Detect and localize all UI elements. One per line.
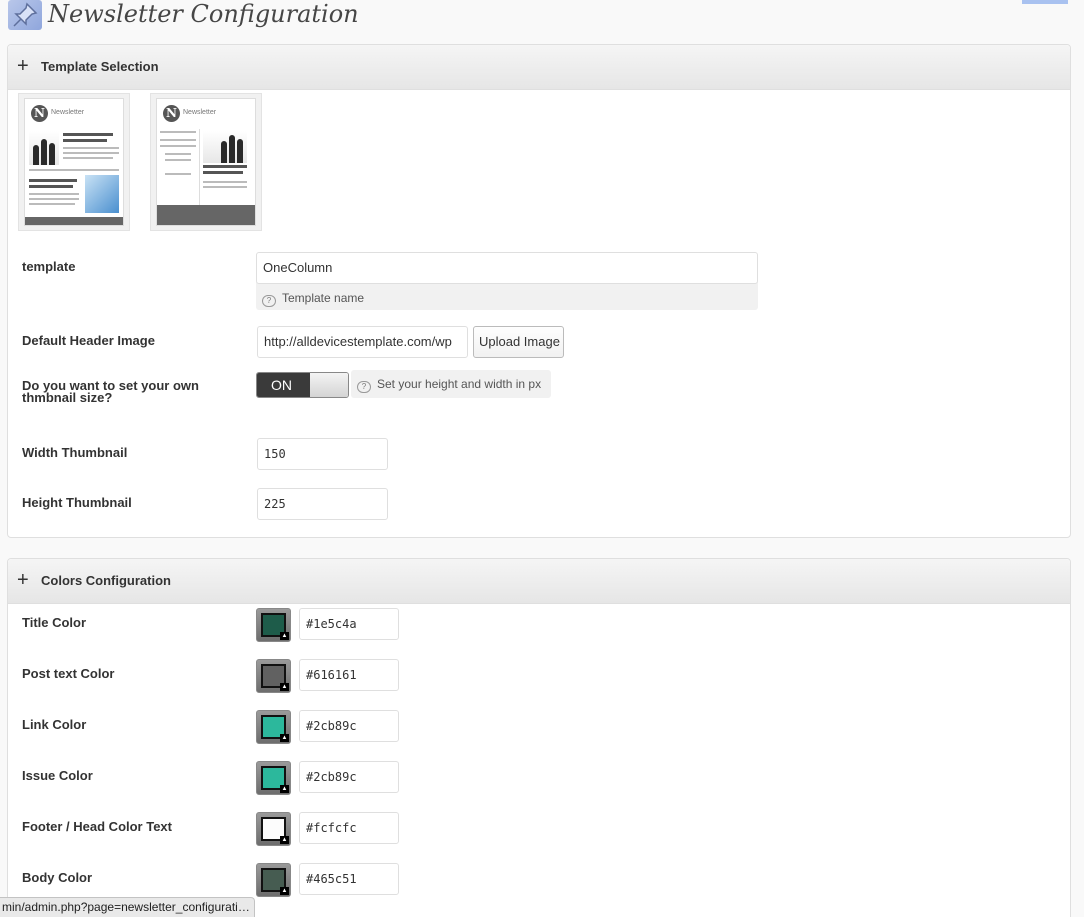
newsletter-logo-icon: N [31, 105, 48, 122]
color-hex-input[interactable]: #fcfcfc [299, 812, 399, 844]
help-bubble-icon: ? [357, 381, 371, 393]
template-input[interactable]: OneColumn [256, 252, 758, 284]
template-thumbnail-two-column[interactable]: N Newsletter [150, 93, 262, 231]
color-label: Footer / Head Color Text [22, 819, 172, 834]
picker-arrow-icon: ▲ [280, 632, 289, 640]
color-label: Issue Color [22, 768, 93, 783]
color-hex-input[interactable]: #2cb89c [299, 710, 399, 742]
own-thumbnail-label: Do you want to set your own thmbnail siz… [22, 379, 199, 405]
color-hex-input[interactable]: #1e5c4a [299, 608, 399, 640]
template-selection-header[interactable]: + Template Selection [8, 45, 1070, 90]
toggle-knob[interactable] [310, 373, 348, 397]
height-thumbnail-input[interactable]: 225 [257, 488, 388, 520]
thumbnail-footer-bar [25, 217, 123, 225]
header-image-input[interactable]: http://alldevicestemplate.com/wp [257, 326, 468, 358]
own-thumbnail-label-line2: thmbnail size? [22, 390, 113, 405]
color-label: Body Color [22, 870, 93, 885]
width-thumbnail-input[interactable]: 150 [257, 438, 388, 470]
color-label: Post text Color [22, 666, 115, 681]
browser-status-bar: min/admin.php?page=newsletter_configurat… [0, 897, 255, 917]
colors-configuration-panel: + Colors Configuration [7, 558, 1071, 917]
screen-options-tab[interactable] [1022, 0, 1068, 4]
color-swatch-button[interactable]: ▲ [256, 608, 291, 642]
page-header: Newsletter Configuration [0, 0, 1084, 36]
panel-title: Colors Configuration [41, 573, 171, 588]
thumbnail-sheet: N Newsletter [24, 98, 124, 226]
upload-image-button[interactable]: Upload Image [473, 326, 564, 358]
page-title: Newsletter Configuration [48, 0, 359, 28]
expand-plus-icon[interactable]: + [17, 570, 29, 590]
color-swatch-button[interactable]: ▲ [256, 812, 291, 846]
people-photo-icon [29, 131, 59, 165]
color-hex-input[interactable]: #2cb89c [299, 761, 399, 793]
template-help: ? Template name [256, 282, 758, 310]
colors-configuration-header[interactable]: + Colors Configuration [8, 559, 1070, 604]
thumbnail-size-help-text: Set your height and width in px [377, 377, 542, 391]
color-hex-input[interactable]: #616161 [299, 659, 399, 691]
picker-arrow-icon: ▲ [280, 683, 289, 691]
blue-photo-icon [85, 175, 119, 213]
picker-arrow-icon: ▲ [280, 785, 289, 793]
picker-arrow-icon: ▲ [280, 734, 289, 742]
newsletter-configuration-page: Newsletter Configuration + Template Sele… [0, 0, 1084, 917]
color-hex-input[interactable]: #465c51 [299, 863, 399, 895]
template-thumbnail-one-column[interactable]: N Newsletter [18, 93, 130, 231]
picker-arrow-icon: ▲ [280, 887, 289, 895]
thumbnail-logo-text: Newsletter [51, 109, 85, 116]
pushpin-icon [8, 0, 42, 30]
color-label: Title Color [22, 615, 87, 630]
width-thumbnail-label: Width Thumbnail [22, 445, 128, 460]
template-label: template [22, 259, 76, 274]
expand-plus-icon[interactable]: + [17, 56, 29, 76]
people-photo-icon [203, 131, 247, 163]
header-image-label: Default Header Image [22, 333, 155, 348]
color-swatch-button[interactable]: ▲ [256, 863, 291, 897]
thumbnail-footer-bar [157, 205, 255, 225]
own-thumbnail-toggle[interactable]: ON [256, 372, 349, 398]
color-swatch-button[interactable]: ▲ [256, 761, 291, 795]
help-bubble-icon: ? [262, 295, 276, 307]
panel-title: Template Selection [41, 59, 159, 74]
template-help-text: Template name [282, 291, 365, 305]
thumbnail-logo-text: Newsletter [183, 109, 217, 116]
color-swatch-button[interactable]: ▲ [256, 710, 291, 744]
color-swatch-button[interactable]: ▲ [256, 659, 291, 693]
picker-arrow-icon: ▲ [280, 836, 289, 844]
color-label: Link Color [22, 717, 87, 732]
newsletter-logo-icon: N [163, 105, 180, 122]
height-thumbnail-label: Height Thumbnail [22, 495, 132, 510]
thumbnail-sheet: N Newsletter [156, 98, 256, 226]
thumbnail-size-help: ? Set your height and width in px [351, 370, 551, 398]
toggle-on-label: ON [257, 373, 310, 397]
